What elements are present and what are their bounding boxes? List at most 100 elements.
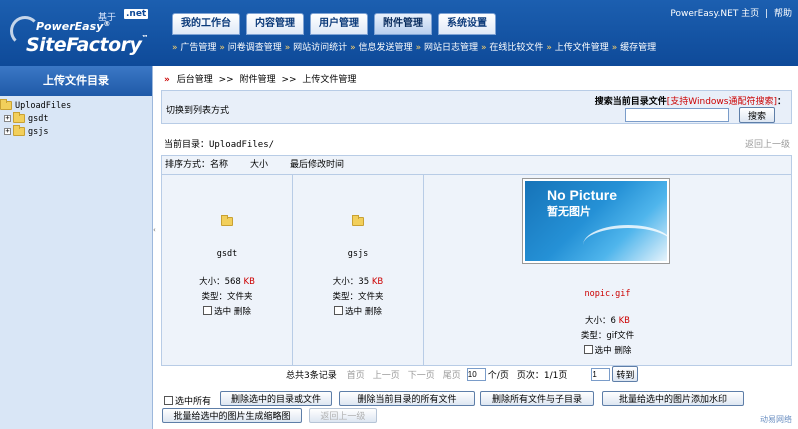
delete-link[interactable]: 删除 (614, 346, 631, 356)
tree-item-gsdt[interactable]: + gsdt (0, 112, 152, 125)
select-checkbox[interactable] (334, 306, 344, 315)
breadcrumb-marker-icon: » (164, 75, 170, 85)
file-cell-gsjs: gsjs 大小：35 KB 类型：文件夹 选中 删除 (293, 175, 424, 365)
directory-tree: UploadFiles + gsdt + gsjs (0, 96, 152, 138)
preview-text-en: No Picture (547, 187, 618, 203)
sort-by-name[interactable]: 名称 (210, 160, 228, 170)
main-panel: » 后台管理 >> 附件管理 >> 上传文件管理 切换到列表方式 搜索当前目录文… (158, 66, 798, 429)
subnav-ads[interactable]: 广告管理 (172, 40, 216, 53)
breadcrumb-sep: >> (218, 75, 234, 85)
sub-nav: 广告管理 问卷调查管理 网站访问统计 信息发送管理 网站日志管理 在线比较文件 … (172, 40, 656, 53)
sort-bar: 排序方式：名称 大小 最后修改时间 (161, 155, 792, 175)
pager-next: 下一页 (407, 370, 435, 381)
file-cell-nopic: No Picture 暂无图片 nopic.gif 大小：6 KB 类型：gif… (424, 175, 791, 365)
help-link[interactable]: 帮助 (774, 9, 792, 19)
select-checkbox[interactable] (203, 306, 213, 315)
subnav-uploads[interactable]: 上传文件管理 (546, 40, 609, 53)
select-checkbox[interactable] (583, 345, 593, 354)
tab-workbench[interactable]: 我的工作台 (172, 13, 240, 35)
delete-link[interactable]: 删除 (234, 307, 251, 317)
go-up-link[interactable]: 返回上一级 (745, 137, 790, 150)
sidebar: 上传文件目录 UploadFiles + gsdt + gsjs (0, 66, 153, 429)
select-all[interactable]: 选中所有 (164, 394, 211, 407)
file-grid: gsdt 大小：568 KB 类型：文件夹 选中 删除 gsjs 大小：35 K… (161, 174, 792, 366)
folder-icon (13, 112, 25, 123)
image-preview[interactable]: No Picture 暂无图片 (522, 178, 670, 264)
subnav-survey[interactable]: 问卷调查管理 (219, 40, 282, 53)
make-thumbnails-button[interactable]: 批量给选中的图片生成缩略图 (162, 408, 302, 423)
pager-first: 首页 (346, 370, 365, 381)
file-meta: 大小：35 KB 类型：文件夹 选中 删除 (332, 277, 384, 317)
search-label: 搜索当前目录文件[支持Windows通配符搜索]： (594, 97, 786, 107)
preview-swoosh (583, 225, 669, 263)
delete-link[interactable]: 删除 (365, 307, 382, 317)
logo-line2: SiteFactory™ (26, 34, 148, 56)
pager: 总共3条记录 首页 上一页 下一页 尾页 个/页 页次： 1/1页 转到 (286, 365, 666, 383)
page-label: 页次： (516, 370, 544, 381)
current-dir-label: 当前目录： (164, 140, 210, 150)
switch-view-link[interactable]: 切换到列表方式 (166, 103, 229, 116)
per-page-input[interactable] (466, 367, 486, 381)
current-directory: 当前目录：UploadFiles/ 返回上一级 (164, 137, 790, 150)
bulk-actions: 选中所有 删除选中的目录或文件 删除当前目录的所有文件 删除所有文件与子目录 批… (162, 391, 792, 409)
tree-item-label: gsjs (28, 126, 49, 137)
select-all-checkbox[interactable] (164, 396, 173, 405)
tab-attachments[interactable]: 附件管理 (374, 13, 432, 35)
pager-last: 尾页 (442, 370, 461, 381)
sort-by-size[interactable]: 大小 (250, 160, 268, 170)
per-page-unit: 个/页 (487, 370, 509, 381)
sort-label: 排序方式： (165, 160, 211, 170)
page-indicator: 1/1页 (543, 370, 568, 381)
delete-all-sub-button[interactable]: 删除所有文件与子目录 (480, 391, 594, 406)
pager-prev: 上一页 (372, 370, 400, 381)
top-links-sep: | (765, 9, 769, 19)
add-watermark-button[interactable]: 批量给选中的图片添加水印 (602, 391, 744, 406)
top-header: 基于 .net PowerEasy® SiteFactory™ PowerEas… (0, 0, 798, 66)
subnav-messages[interactable]: 信息发送管理 (350, 40, 413, 53)
home-link[interactable]: PowerEasy.NET 主页 (670, 9, 759, 19)
folder-icon (13, 125, 25, 136)
sidebar-title: 上传文件目录 (0, 66, 152, 96)
tab-settings[interactable]: 系统设置 (438, 13, 496, 35)
tree-item-root[interactable]: UploadFiles (0, 99, 152, 112)
pager-total: 总共3条记录 (286, 370, 337, 381)
breadcrumb-attachments[interactable]: 附件管理 (240, 75, 276, 85)
tree-item-label: gsdt (28, 113, 49, 124)
delete-selected-button[interactable]: 删除选中的目录或文件 (220, 391, 332, 406)
tab-content[interactable]: 内容管理 (246, 13, 304, 35)
expand-icon[interactable]: + (4, 128, 11, 135)
breadcrumb: » 后台管理 >> 附件管理 >> 上传文件管理 (164, 72, 790, 88)
search-input[interactable] (625, 108, 729, 122)
logo-line1: PowerEasy® (36, 20, 111, 33)
search-bar: 切换到列表方式 搜索当前目录文件[支持Windows通配符搜索]： 搜索 (161, 90, 792, 124)
corner-watermark: 动易网络 (760, 415, 792, 424)
breadcrumb-admin[interactable]: 后台管理 (177, 75, 213, 85)
sort-by-modified[interactable]: 最后修改时间 (290, 160, 344, 170)
expand-icon[interactable]: + (4, 115, 11, 122)
goto-page-input[interactable] (591, 367, 611, 381)
file-name[interactable]: gsjs (293, 249, 423, 259)
tab-users[interactable]: 用户管理 (310, 13, 368, 35)
delete-all-current-button[interactable]: 删除当前目录的所有文件 (339, 391, 475, 406)
powereasy-logo[interactable]: 基于 .net PowerEasy® SiteFactory™ (6, 6, 156, 60)
file-name[interactable]: nopic.gif (424, 289, 791, 299)
subnav-compare[interactable]: 在线比较文件 (481, 40, 543, 53)
current-dir-path: UploadFiles/ (209, 140, 275, 150)
back-button: 返回上一级 (308, 408, 377, 423)
preview-text-cn: 暂无图片 (547, 205, 591, 218)
file-name[interactable]: gsdt (162, 249, 292, 259)
folder-icon (0, 99, 12, 110)
search-hint: [支持Windows通配符搜索] (666, 97, 777, 107)
breadcrumb-uploads: 上传文件管理 (302, 75, 357, 85)
main-tabs: 我的工作台 内容管理 用户管理 附件管理 系统设置 (172, 13, 496, 35)
goto-button[interactable]: 转到 (612, 366, 639, 382)
folder-icon[interactable] (352, 215, 364, 226)
search-button[interactable]: 搜索 (739, 107, 775, 123)
tree-item-gsjs[interactable]: + gsjs (0, 125, 152, 138)
subnav-cache[interactable]: 缓存管理 (612, 40, 656, 53)
subnav-stats[interactable]: 网站访问统计 (285, 40, 347, 53)
bulk-actions-row2: 批量给选中的图片生成缩略图 返回上一级 (162, 408, 381, 423)
file-meta: 大小：568 KB 类型：文件夹 选中 删除 (199, 277, 255, 317)
subnav-logs[interactable]: 网站日志管理 (416, 40, 478, 53)
folder-icon[interactable] (221, 215, 233, 226)
